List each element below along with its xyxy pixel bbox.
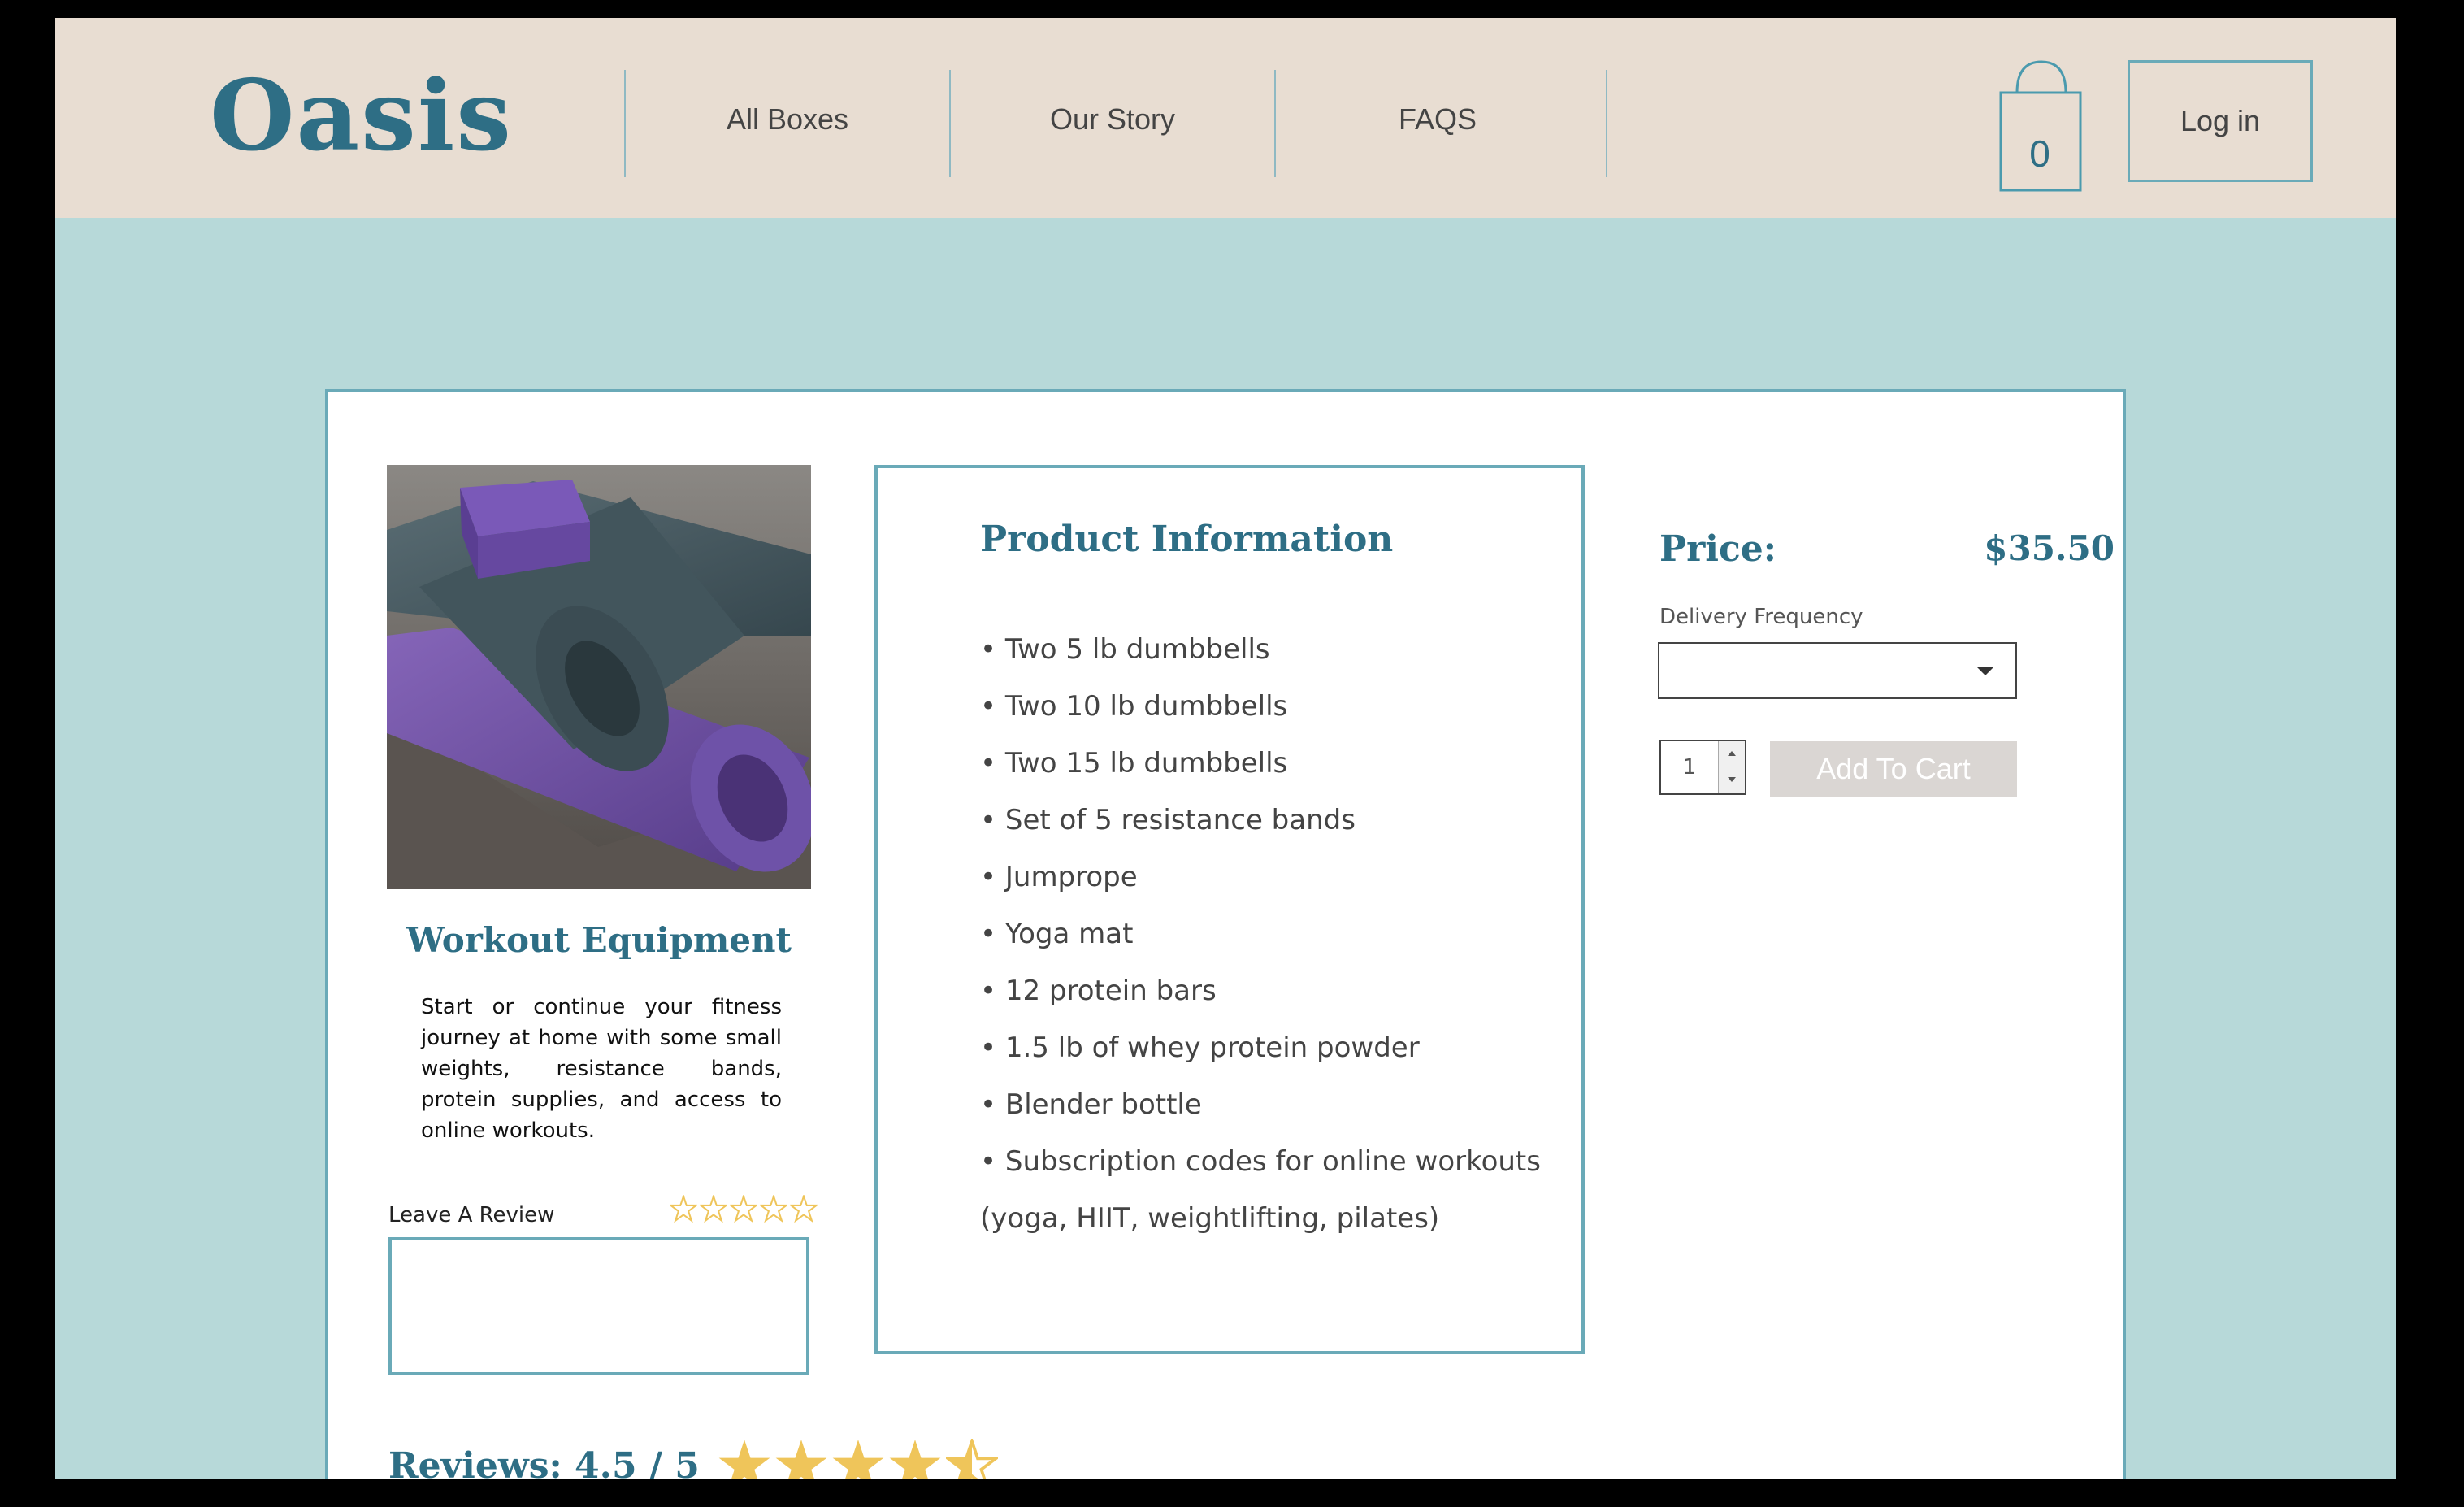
- cart-button[interactable]: 0: [1999, 59, 2084, 192]
- delivery-frequency-select[interactable]: [1658, 642, 2017, 699]
- login-button[interactable]: Log in: [2128, 60, 2313, 182]
- price-value: $35.50: [1984, 528, 2115, 568]
- list-item: • Two 5 lb dumbbells: [980, 633, 1270, 666]
- nav-all-boxes[interactable]: All Boxes: [626, 102, 949, 137]
- nav-our-story[interactable]: Our Story: [951, 102, 1274, 137]
- list-item: • 1.5 lb of whey protein powder: [980, 1031, 1420, 1064]
- review-textarea[interactable]: [388, 1237, 809, 1375]
- star-icon: [889, 1440, 941, 1479]
- leave-review-label: Leave A Review: [388, 1203, 555, 1227]
- list-item: • Two 10 lb dumbbells: [980, 690, 1288, 723]
- star-icon[interactable]: [700, 1195, 727, 1223]
- star-icon[interactable]: [730, 1195, 757, 1223]
- quantity-stepper[interactable]: 1: [1659, 740, 1746, 795]
- list-item: (yoga, HIIT, weightlifting, pilates): [980, 1202, 1440, 1235]
- add-to-cart-button[interactable]: Add To Cart: [1770, 741, 2017, 797]
- product-info-list: • Two 5 lb dumbbells • Two 10 lb dumbbel…: [980, 621, 1541, 1247]
- list-item: • Set of 5 resistance bands: [980, 804, 1356, 836]
- star-icon: [718, 1440, 770, 1479]
- price-label: Price:: [1659, 528, 1777, 570]
- quantity-increment-button[interactable]: [1718, 741, 1745, 767]
- chevron-down-icon: [1976, 667, 1994, 675]
- star-icon: [832, 1440, 884, 1479]
- yoga-mat-image: [387, 465, 811, 889]
- product-image: [387, 465, 811, 889]
- list-item: • Two 15 lb dumbbells: [980, 747, 1288, 780]
- star-icon[interactable]: [760, 1195, 787, 1223]
- delivery-frequency-label: Delivery Frequency: [1659, 605, 1863, 629]
- list-item: • Yoga mat: [980, 918, 1134, 950]
- list-item: • Subscription codes for online workouts: [980, 1145, 1541, 1178]
- page: Oasis All Boxes Our Story FAQS 0 Log in: [55, 18, 2396, 1479]
- review-star-rating[interactable]: [670, 1195, 818, 1223]
- average-rating-stars: [718, 1439, 998, 1479]
- product-card: Workout Equipment Start or continue your…: [325, 389, 2126, 1479]
- list-item: • Blender bottle: [980, 1088, 1202, 1121]
- product-name: Workout Equipment: [406, 920, 792, 960]
- star-icon[interactable]: [670, 1195, 697, 1223]
- site-header: Oasis All Boxes Our Story FAQS 0 Log in: [55, 18, 2396, 218]
- product-info-title: Product Information: [980, 519, 1394, 560]
- product-info-panel: Product Information • Two 5 lb dumbbells…: [874, 465, 1585, 1354]
- product-description: Start or continue your fitness journey a…: [421, 995, 782, 1143]
- star-icon[interactable]: [790, 1195, 818, 1223]
- reviews-summary-title: Reviews: 4.5 / 5: [388, 1445, 700, 1479]
- list-item: • 12 protein bars: [980, 975, 1217, 1007]
- cart-count: 0: [2029, 132, 2050, 175]
- nav-divider: [1606, 70, 1607, 177]
- list-item: • Jumprope: [980, 861, 1138, 893]
- nav-faqs[interactable]: FAQS: [1276, 102, 1599, 137]
- quantity-value[interactable]: 1: [1661, 741, 1718, 793]
- star-icon: [775, 1440, 827, 1479]
- quantity-decrement-button[interactable]: [1718, 767, 1745, 793]
- site-logo[interactable]: Oasis: [210, 59, 513, 173]
- star-icon: [946, 1439, 998, 1479]
